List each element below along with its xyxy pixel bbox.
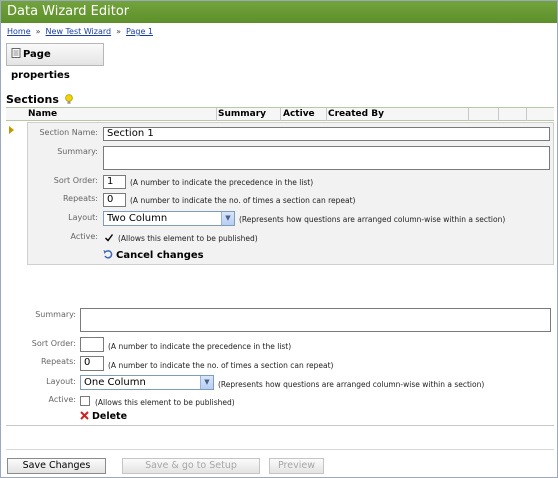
- delete-x-icon: [80, 411, 89, 423]
- cancel-changes-label: Cancel changes: [116, 250, 204, 261]
- column-header-summary[interactable]: Summary: [218, 109, 266, 119]
- preview-button[interactable]: Preview: [269, 458, 324, 474]
- breadcrumb: Home » New Test Wizard » Page 1: [7, 27, 153, 36]
- new-layout-label: Layout:: [46, 377, 76, 386]
- breadcrumb-page-link[interactable]: Page 1: [126, 27, 153, 36]
- column-header-name[interactable]: Name: [28, 109, 57, 119]
- breadcrumb-separator: »: [35, 27, 41, 36]
- layout-select-value: Two Column: [107, 213, 168, 224]
- new-summary-label: Summary:: [35, 310, 76, 319]
- cancel-changes-button[interactable]: Cancel changes: [103, 249, 204, 262]
- new-sort-order-label: Sort Order:: [31, 339, 76, 348]
- undo-icon: [103, 249, 113, 262]
- layout-hint: (Represents how questions are arranged c…: [239, 215, 506, 224]
- new-layout-select[interactable]: One Column ▼: [80, 375, 214, 390]
- repeats-input[interactable]: 0: [103, 193, 126, 207]
- page-icon: [11, 45, 21, 58]
- new-sort-order-input[interactable]: [80, 337, 104, 352]
- summary-textarea[interactable]: [103, 146, 550, 170]
- new-repeats-label: Repeats:: [40, 357, 76, 366]
- chevron-down-icon[interactable]: ▼: [200, 376, 213, 389]
- column-divider: [216, 108, 217, 121]
- new-active-checkbox[interactable]: [80, 396, 90, 406]
- repeats-hint: (A number to indicate the no. of times a…: [130, 196, 356, 205]
- new-repeats-input[interactable]: 0: [80, 356, 104, 371]
- save-changes-button[interactable]: Save Changes: [7, 458, 106, 474]
- sort-order-input[interactable]: 1: [103, 175, 126, 189]
- column-divider: [498, 108, 499, 121]
- layout-label: Layout:: [68, 213, 98, 222]
- chevron-down-icon[interactable]: ▼: [221, 212, 234, 225]
- footer-divider: [6, 449, 554, 450]
- section-name-input[interactable]: Section 1: [103, 127, 550, 141]
- checkmark-icon: [105, 234, 114, 242]
- new-active-hint: (Allows this element to be published): [95, 398, 235, 407]
- section-edit-panel: Section Name: Section 1 Summary: Sort Or…: [27, 122, 554, 265]
- sections-title: Sections: [6, 93, 59, 106]
- new-sort-order-hint: (A number to indicate the precedence in …: [108, 342, 292, 351]
- sort-order-hint: (A number to indicate the precedence in …: [130, 178, 314, 187]
- summary-label: Summary:: [57, 147, 98, 156]
- save-go-to-setup-button[interactable]: Save & go to Setup: [122, 458, 260, 474]
- sections-grid-header: Name Summary Active Created By: [6, 107, 554, 121]
- breadcrumb-home-link[interactable]: Home: [7, 27, 31, 36]
- new-summary-textarea[interactable]: [80, 308, 551, 332]
- column-divider: [280, 108, 281, 121]
- breadcrumb-separator: »: [116, 27, 122, 36]
- window-title: Data Wizard Editor: [1, 1, 557, 23]
- column-divider: [526, 108, 527, 121]
- new-layout-select-value: One Column: [84, 377, 146, 388]
- active-hint: (Allows this element to be published): [118, 234, 258, 243]
- new-repeats-hint: (A number to indicate the no. of times a…: [108, 361, 334, 370]
- page-properties-button[interactable]: Page properties: [6, 43, 104, 81]
- section-divider: [6, 425, 554, 426]
- column-divider: [326, 108, 327, 121]
- sort-order-label: Sort Order:: [53, 176, 98, 185]
- active-checkbox[interactable]: [103, 232, 114, 242]
- app-window: Data Wizard Editor Home » New Test Wizard »…: [0, 0, 558, 478]
- new-layout-hint: (Represents how questions are arranged c…: [218, 380, 485, 389]
- sections-heading: Sections: [6, 93, 73, 108]
- layout-select[interactable]: Two Column ▼: [103, 211, 235, 226]
- delete-label: Delete: [92, 411, 128, 422]
- column-header-created-by[interactable]: Created By: [328, 109, 384, 119]
- column-divider: [468, 108, 469, 121]
- new-active-label: Active:: [48, 395, 76, 404]
- current-row-indicator-icon: [9, 126, 14, 134]
- column-header-active[interactable]: Active: [283, 109, 315, 119]
- breadcrumb-wizard-link[interactable]: New Test Wizard: [46, 27, 112, 36]
- section-name-label: Section Name:: [39, 128, 98, 137]
- active-label: Active:: [70, 232, 98, 241]
- delete-button[interactable]: Delete: [80, 411, 127, 423]
- lightbulb-icon[interactable]: [64, 94, 73, 108]
- repeats-label: Repeats:: [62, 194, 98, 203]
